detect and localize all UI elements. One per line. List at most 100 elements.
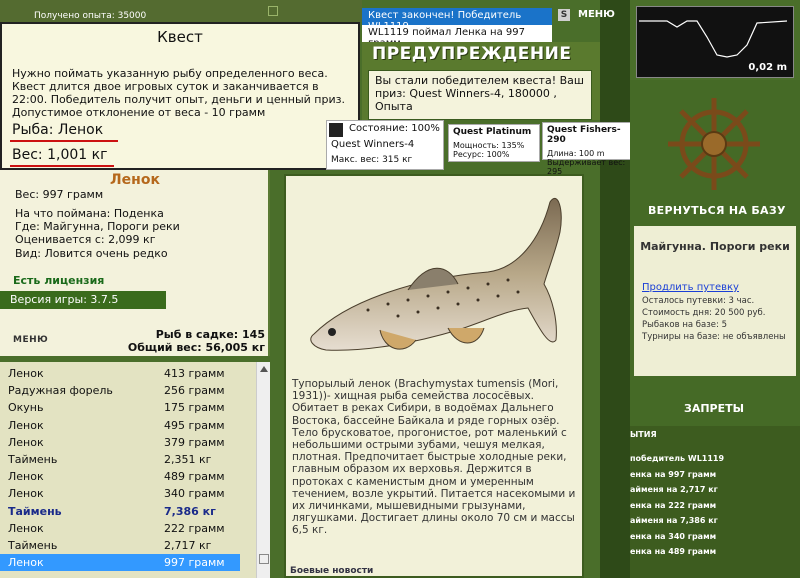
catch-fish-weight: 256 грамм <box>164 384 225 398</box>
rod-name: Quest Winners-4 <box>331 139 415 150</box>
catch-fish-weight: 997 грамм <box>164 556 225 570</box>
quest-panel: Квест Нужно поймать указанную рыбу опред… <box>0 22 360 170</box>
events-title: ЫТИЯ <box>630 430 657 439</box>
quest-description: Нужно поймать указанную рыбу определенно… <box>12 67 345 119</box>
event-line: енка на 340 грамм <box>630 531 717 541</box>
catch-message: WL1119 поймал Ленка на 997 грамм <box>362 25 552 49</box>
cage-summary: Рыб в садке: 145 Общий вес: 56,005 кг <box>128 328 265 354</box>
fish-bait: На что поймана: Поденка <box>15 207 164 220</box>
event-line: енка на 489 грамм <box>630 547 717 556</box>
quest-finished-message: Квест закончен! Победитель WL1119 <box>362 8 552 32</box>
menu-label: МЕНЮ <box>13 335 49 345</box>
warning-text: Вы стали победителем квеста! Ваш приз: Q… <box>368 70 592 120</box>
menu-button-left[interactable]: МЕНЮ <box>13 335 48 345</box>
catch-row[interactable]: Радужная форель 256 грамм <box>0 382 240 399</box>
event-line: айменя на 7,386 кг <box>630 516 718 525</box>
scroll-thumb[interactable] <box>259 554 269 564</box>
event-line: енка на 997 грамм <box>630 469 717 479</box>
sound-icon[interactable]: S <box>558 9 570 21</box>
catch-row[interactable]: Ленок 997 грамм <box>0 554 240 572</box>
catch-fish-name: Ленок <box>8 367 44 380</box>
extend-permit-link[interactable]: Продлить путевку <box>642 282 739 293</box>
line-status: Quest Fishers-290 Длина: 100 m Выдержива… <box>542 122 640 176</box>
fish-detail-panel: Тупорылый ленок (Brachymystax tumensis (… <box>284 174 584 578</box>
location-name: Майгунна. Пороги реки <box>640 240 790 253</box>
fish-weight: Вес: 997 грамм <box>15 188 104 201</box>
catch-fish-weight: 2,717 кг <box>164 539 212 552</box>
rod-status: Состояние: 100% Quest Winners-4 Макс. ве… <box>326 120 444 170</box>
checkbox-icon[interactable] <box>268 6 278 16</box>
warning-title: ПРЕДУПРЕЖДЕНИЕ <box>372 44 572 64</box>
fish-place: Где: Майгунна, Пороги реки <box>15 220 180 233</box>
reel-title: Quest Platinum <box>453 127 532 137</box>
underline-weight <box>10 165 114 167</box>
catch-fish-name: Ленок <box>8 470 44 484</box>
fish-illustration <box>310 198 562 351</box>
quest-weight: Вес: 1,001 кг <box>12 147 108 163</box>
ship-wheel-icon[interactable] <box>664 94 764 194</box>
right-panel: ВЕРНУТЬСЯ НА БАЗУ Майгунна. Пороги реки … <box>630 80 800 578</box>
catch-list-scrollbar[interactable] <box>256 362 270 578</box>
catch-fish-weight: 2,351 кг <box>164 453 212 466</box>
version-bar: Версия игры: 3.7.5 <box>0 291 166 309</box>
fish-kind: Вид: Ловится очень редко <box>15 247 168 260</box>
fishers-count: Рыбаков на базе: 5 <box>642 320 727 330</box>
catch-fish-name: Ленок <box>8 418 44 432</box>
scroll-up-icon[interactable] <box>259 364 269 374</box>
catch-row[interactable]: Ленок 379 грамм <box>0 434 240 451</box>
news-link[interactable]: Боевые новости <box>290 566 373 576</box>
catch-fish-name: Таймень <box>8 504 62 518</box>
catch-fish-weight: 379 грамм <box>164 435 225 449</box>
catch-fish-weight: 413 грамм <box>164 367 225 380</box>
experience-text: Получено опыта: 35000 <box>34 11 147 21</box>
catch-fish-weight: 495 грамм <box>164 418 225 432</box>
catch-fish-weight: 7,386 кг <box>164 504 216 518</box>
quest-fish: Рыба: Ленок <box>12 122 104 138</box>
catch-row[interactable]: Окунь 175 грамм <box>0 399 240 416</box>
quest-title: Квест <box>157 28 203 46</box>
location-panel: Майгунна. Пороги реки Продлить путевку О… <box>634 226 796 376</box>
event-line: айменя на 2,717 кг <box>630 485 718 494</box>
catch-fish-name: Ленок <box>8 435 44 449</box>
tournaments: Турниры на базе: не объявлены <box>642 332 786 342</box>
fish-price: Оценивается с: 2,099 кг <box>15 233 156 246</box>
depth-value: 0,02 m <box>748 62 787 73</box>
catch-row[interactable]: Ленок 340 грамм <box>0 485 240 502</box>
fish-description: Тупорылый ленок (Brachymystax tumensis (… <box>292 378 576 537</box>
catch-fish-name: Радужная форель <box>8 384 113 398</box>
catch-row[interactable]: Ленок 495 грамм <box>0 417 240 434</box>
cage-count: Рыб в садке: 145 <box>155 328 265 341</box>
bans-button[interactable]: ЗАПРЕТЫ <box>684 402 744 415</box>
rod-state: Состояние: 100% <box>349 123 440 134</box>
reel-status: Quest Platinum Мощность: 135% Ресурс: 10… <box>448 124 540 162</box>
catch-fish-weight: 175 грамм <box>164 401 225 415</box>
catch-fish-name: Таймень <box>8 539 58 552</box>
rod-max: Макс. вес: 315 кг <box>331 155 413 165</box>
catch-row[interactable]: Ленок 222 грамм <box>0 520 240 537</box>
catch-fish-weight: 222 грамм <box>164 521 225 535</box>
permit-left: Осталось путевки: 3 час. <box>642 296 755 306</box>
events-panel: ЫТИЯ победитель WL1119 енка на 997 грамм а… <box>630 426 800 578</box>
catch-row[interactable]: Ленок 413 грамм <box>0 365 240 382</box>
fish-name: Ленок <box>110 172 160 188</box>
catch-row[interactable]: Таймень 2,717 кг <box>0 537 240 554</box>
day-cost: Стоимость дня: 20 500 руб. <box>642 308 766 318</box>
catch-list[interactable]: Ленок 413 грамм Радужная форель 256 грамм Ок… <box>0 362 258 578</box>
depth-graph: 0,02 m <box>636 6 794 78</box>
catch-fish-name: Ленок <box>8 487 44 501</box>
catch-fish-weight: 489 грамм <box>164 470 225 484</box>
catch-row[interactable]: Ленок 489 грамм <box>0 468 240 485</box>
underline-fish <box>10 140 118 142</box>
catch-row[interactable]: Таймень 7,386 кг <box>0 503 240 520</box>
rod-icon <box>329 123 343 137</box>
catch-fish-weight: 340 грамм <box>164 487 225 501</box>
catch-fish-name: Ленок <box>8 556 44 570</box>
event-line: енка на 222 грамм <box>630 500 717 510</box>
catch-row[interactable]: Таймень 2,351 кг <box>0 451 240 468</box>
line-title: Quest Fishers-290 <box>547 125 621 145</box>
menu-button-top[interactable]: МЕНЮ <box>578 9 615 20</box>
catch-fish-name: Ленок <box>8 521 44 535</box>
return-to-base-button[interactable]: ВЕРНУТЬСЯ НА БАЗУ <box>648 204 786 217</box>
catch-fish-name: Таймень <box>8 453 58 466</box>
cage-total: Общий вес: 56,005 кг <box>127 341 265 354</box>
